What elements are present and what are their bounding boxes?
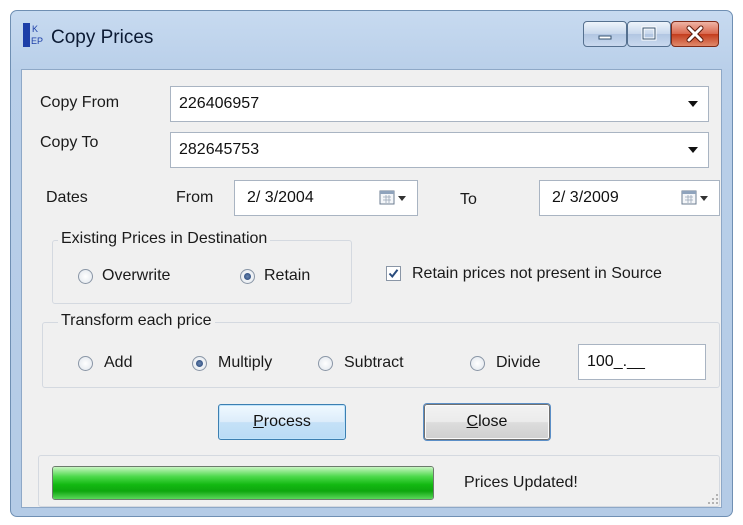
- copy-to-label: Copy To: [40, 134, 99, 151]
- retain-missing-label[interactable]: Retain prices not present in Source: [412, 265, 662, 283]
- divide-label[interactable]: Divide: [496, 354, 540, 372]
- progress-fill: [53, 467, 433, 499]
- from-date-picker[interactable]: 2/ 3/2004: [234, 180, 418, 216]
- chevron-down-icon[interactable]: [688, 147, 698, 153]
- transform-title: Transform each price: [58, 312, 215, 330]
- to-date-picker[interactable]: 2/ 3/2009: [539, 180, 720, 216]
- calendar-dropdown-icon[interactable]: [681, 189, 709, 207]
- copy-to-value: 282645753: [179, 141, 260, 158]
- window-title: Copy Prices: [51, 27, 154, 48]
- existing-prices-title: Existing Prices in Destination: [58, 230, 271, 248]
- retain-missing-checkbox[interactable]: [386, 266, 401, 281]
- add-radio[interactable]: [78, 356, 93, 371]
- minimize-icon: [598, 35, 612, 40]
- copy-from-combobox[interactable]: 226406957: [170, 86, 709, 122]
- copy-from-label: Copy From: [40, 94, 120, 111]
- copy-from-value: 226406957: [179, 95, 260, 112]
- minimize-button[interactable]: [583, 21, 627, 47]
- retain-label[interactable]: Retain: [264, 267, 310, 285]
- checkmark-icon: [388, 269, 399, 279]
- status-message: Prices Updated!: [464, 474, 578, 491]
- copy-to-combobox[interactable]: 282645753: [170, 132, 709, 168]
- chevron-down-icon[interactable]: [688, 101, 698, 107]
- svg-text:K: K: [32, 24, 38, 34]
- close-icon: [686, 25, 704, 43]
- close-mnemonic: C: [466, 413, 479, 430]
- close-label: lose: [478, 413, 508, 430]
- maximize-icon: [641, 26, 657, 41]
- divide-radio[interactable]: [470, 356, 485, 371]
- copy-prices-window: K EP Copy Prices Copy From 226406957 Cop…: [10, 10, 733, 517]
- overwrite-label[interactable]: Overwrite: [102, 267, 170, 285]
- calendar-dropdown-icon[interactable]: [379, 189, 407, 207]
- process-button[interactable]: Process: [218, 404, 346, 440]
- maximize-button[interactable]: [627, 21, 671, 47]
- process-label: rocess: [263, 413, 311, 430]
- close-button[interactable]: Close: [424, 404, 550, 440]
- add-label[interactable]: Add: [104, 354, 132, 372]
- transform-value-input[interactable]: 100_.__: [578, 344, 706, 380]
- title-bar[interactable]: K EP Copy Prices: [11, 11, 732, 67]
- overwrite-radio[interactable]: [78, 269, 93, 284]
- process-mnemonic: P: [253, 413, 264, 430]
- dialog-body: Copy From 226406957 Copy To 282645753 Da…: [21, 69, 722, 508]
- close-window-button[interactable]: [671, 21, 719, 47]
- multiply-radio[interactable]: [192, 356, 207, 371]
- from-date-value: 2/ 3/2004: [247, 189, 314, 206]
- progress-bar: [52, 466, 434, 500]
- svg-text:EP: EP: [31, 36, 43, 46]
- app-kep-icon: K EP: [23, 23, 43, 47]
- retain-radio[interactable]: [240, 269, 255, 284]
- multiply-label[interactable]: Multiply: [218, 354, 272, 372]
- subtract-radio[interactable]: [318, 356, 333, 371]
- to-date-label: To: [460, 191, 477, 208]
- resize-grip-icon[interactable]: [707, 493, 719, 505]
- dates-label: Dates: [46, 189, 88, 206]
- from-date-label: From: [176, 189, 214, 206]
- transform-value: 100_.__: [587, 353, 645, 370]
- to-date-value: 2/ 3/2009: [552, 189, 619, 206]
- subtract-label[interactable]: Subtract: [344, 354, 404, 372]
